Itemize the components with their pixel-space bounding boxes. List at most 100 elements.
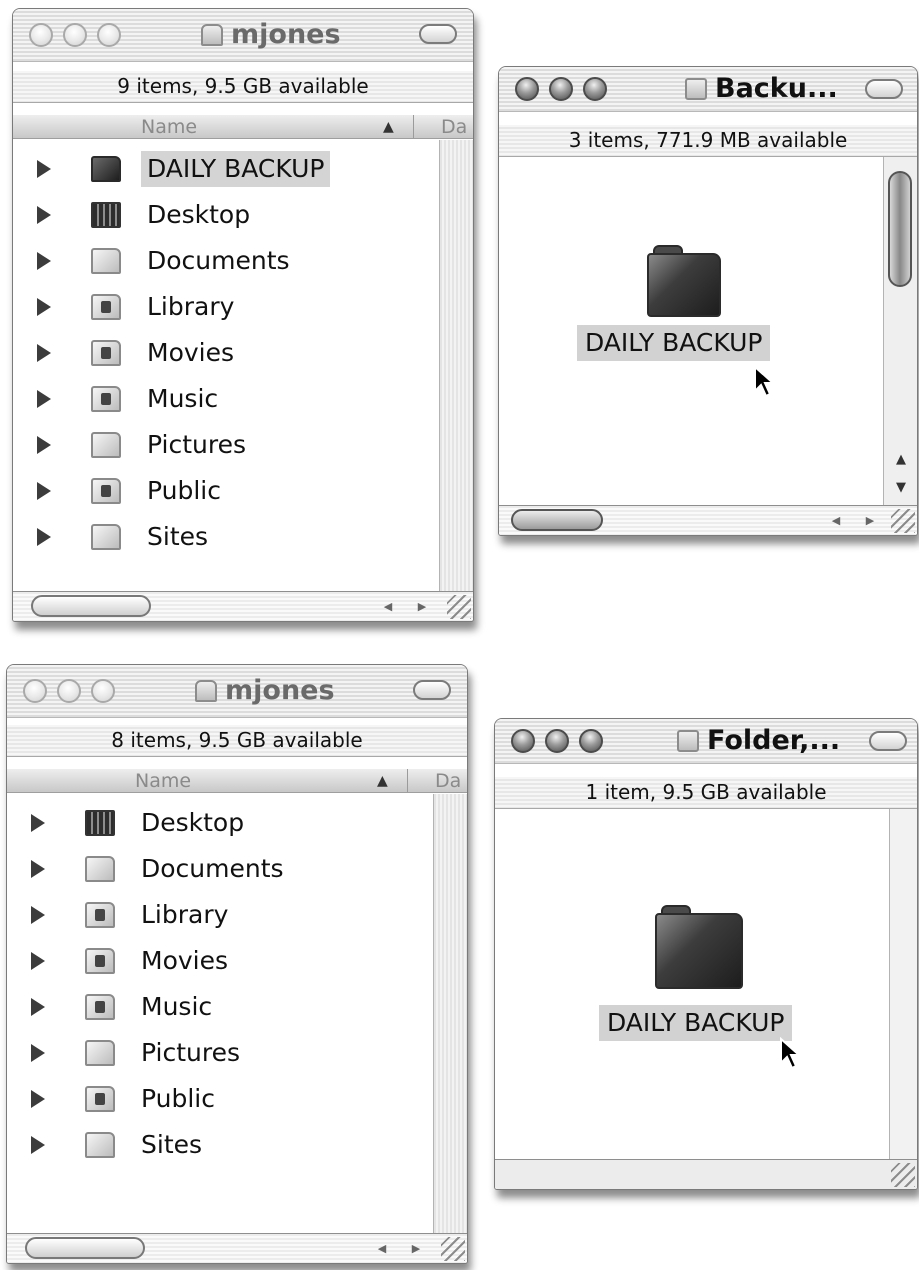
- vertical-scrollbar[interactable]: [433, 794, 467, 1233]
- list-item-label: Music: [141, 992, 213, 1021]
- disclosure-triangle-icon[interactable]: [37, 482, 51, 500]
- title-bar[interactable]: Backu...: [499, 67, 917, 112]
- close-button[interactable]: [511, 729, 535, 753]
- finder-window-backup[interactable]: Backu... 3 items, 771.9 MB available DAI…: [498, 66, 918, 536]
- disclosure-triangle-icon[interactable]: [37, 528, 51, 546]
- list-item[interactable]: Public: [13, 469, 473, 515]
- list-item[interactable]: Pictures: [7, 1031, 467, 1077]
- horizontal-scroll-thumb[interactable]: [25, 1237, 145, 1259]
- horizontal-scroll-thumb[interactable]: [31, 595, 151, 617]
- column-date-header[interactable]: Da: [435, 769, 461, 793]
- list-item[interactable]: Movies: [13, 331, 473, 377]
- scroll-down-arrow-icon[interactable]: ▼: [884, 475, 917, 501]
- list-item[interactable]: Library: [13, 285, 473, 331]
- list-item[interactable]: Music: [7, 985, 467, 1031]
- daily-backup-folder-icon[interactable]: [647, 245, 721, 317]
- list-item[interactable]: Sites: [7, 1123, 467, 1169]
- list-item-label: Sites: [141, 1130, 203, 1159]
- minimize-button[interactable]: [549, 77, 573, 101]
- daily-backup-folder-icon[interactable]: [655, 905, 743, 989]
- folder-label[interactable]: DAILY BACKUP: [577, 325, 771, 361]
- vertical-scrollbar[interactable]: [439, 140, 473, 591]
- column-header[interactable]: Name ▲ Da: [7, 769, 467, 793]
- disclosure-triangle-icon[interactable]: [37, 344, 51, 362]
- list-item[interactable]: Public: [7, 1077, 467, 1123]
- toolbar-toggle-button[interactable]: [869, 731, 907, 751]
- scroll-left-arrow-icon[interactable]: ◀: [832, 514, 840, 527]
- disclosure-triangle-icon[interactable]: [37, 160, 51, 178]
- close-button[interactable]: [29, 23, 53, 47]
- close-button[interactable]: [23, 679, 47, 703]
- disclosure-triangle-icon[interactable]: [37, 252, 51, 270]
- scroll-right-arrow-icon[interactable]: ▶: [418, 600, 426, 613]
- zoom-button[interactable]: [91, 679, 115, 703]
- disclosure-triangle-icon[interactable]: [37, 298, 51, 316]
- resize-grip-icon[interactable]: [891, 1163, 915, 1187]
- vertical-scrollbar[interactable]: ▲ ▼: [883, 157, 917, 505]
- disclosure-triangle-icon[interactable]: [37, 206, 51, 224]
- close-button[interactable]: [515, 77, 539, 101]
- scroll-up-arrow-icon[interactable]: ▲: [884, 447, 917, 473]
- toolbar-toggle-button[interactable]: [865, 79, 903, 99]
- zoom-button[interactable]: [583, 77, 607, 101]
- window-title-text: Folder,...: [707, 725, 841, 756]
- finder-window-folder[interactable]: Folder,... 1 item, 9.5 GB available DAIL…: [494, 718, 918, 1190]
- column-separator[interactable]: [413, 115, 414, 138]
- list-item[interactable]: DAILY BACKUP: [13, 147, 473, 193]
- scroll-right-arrow-icon[interactable]: ▶: [412, 1242, 420, 1255]
- vertical-scrollbar[interactable]: [889, 809, 917, 1159]
- disclosure-triangle-icon[interactable]: [37, 390, 51, 408]
- scroll-arrows[interactable]: ◀ ▶: [365, 1236, 433, 1260]
- list-item[interactable]: Documents: [7, 847, 467, 893]
- disclosure-triangle-icon[interactable]: [31, 906, 45, 924]
- disclosure-triangle-icon[interactable]: [31, 1044, 45, 1062]
- title-bar[interactable]: Folder,...: [495, 719, 917, 764]
- finder-window-home-top[interactable]: mjones 9 items, 9.5 GB available Name ▲ …: [12, 8, 474, 622]
- zoom-button[interactable]: [97, 23, 121, 47]
- vertical-scroll-thumb[interactable]: [888, 171, 912, 287]
- title-bar[interactable]: mjones: [13, 9, 473, 62]
- horizontal-scrollbar[interactable]: ◀ ▶: [499, 505, 917, 535]
- list-item[interactable]: Desktop: [7, 801, 467, 847]
- disclosure-triangle-icon[interactable]: [31, 952, 45, 970]
- disclosure-triangle-icon[interactable]: [31, 814, 45, 832]
- scroll-left-arrow-icon[interactable]: ◀: [384, 600, 392, 613]
- scroll-left-arrow-icon[interactable]: ◀: [378, 1242, 386, 1255]
- list-item[interactable]: Pictures: [13, 423, 473, 469]
- disclosure-triangle-icon[interactable]: [31, 998, 45, 1016]
- zoom-button[interactable]: [579, 729, 603, 753]
- list-item[interactable]: Library: [7, 893, 467, 939]
- list-item[interactable]: Sites: [13, 515, 473, 561]
- resize-grip-icon[interactable]: [441, 1237, 465, 1261]
- toolbar-toggle-button[interactable]: [419, 24, 457, 44]
- scroll-arrows[interactable]: ◀ ▶: [819, 508, 887, 532]
- column-name-header[interactable]: Name: [135, 769, 191, 793]
- minimize-button[interactable]: [545, 729, 569, 753]
- disclosure-triangle-icon[interactable]: [31, 1090, 45, 1108]
- horizontal-scrollbar[interactable]: ◀ ▶: [7, 1233, 467, 1263]
- list-item[interactable]: Documents: [13, 239, 473, 285]
- column-date-header[interactable]: Da: [441, 115, 467, 139]
- minimize-button[interactable]: [63, 23, 87, 47]
- column-separator[interactable]: [407, 769, 408, 792]
- folder-label[interactable]: DAILY BACKUP: [599, 1005, 793, 1041]
- disclosure-triangle-icon[interactable]: [37, 436, 51, 454]
- scroll-arrows[interactable]: ◀ ▶: [371, 594, 439, 618]
- list-item[interactable]: Desktop: [13, 193, 473, 239]
- finder-window-home-bottom[interactable]: mjones 8 items, 9.5 GB available Name ▲ …: [6, 664, 468, 1264]
- minimize-button[interactable]: [57, 679, 81, 703]
- list-item[interactable]: Music: [13, 377, 473, 423]
- horizontal-scrollbar[interactable]: ◀ ▶: [13, 591, 473, 621]
- title-bar[interactable]: mjones: [7, 665, 467, 718]
- resize-grip-icon[interactable]: [891, 509, 915, 533]
- column-name-header[interactable]: Name: [141, 115, 197, 139]
- horizontal-scrollbar[interactable]: [495, 1159, 917, 1189]
- horizontal-scroll-thumb[interactable]: [511, 509, 603, 531]
- toolbar-toggle-button[interactable]: [413, 680, 451, 700]
- column-header[interactable]: Name ▲ Da: [13, 115, 473, 139]
- disclosure-triangle-icon[interactable]: [31, 860, 45, 878]
- disclosure-triangle-icon[interactable]: [31, 1136, 45, 1154]
- list-item[interactable]: Movies: [7, 939, 467, 985]
- scroll-right-arrow-icon[interactable]: ▶: [866, 514, 874, 527]
- resize-grip-icon[interactable]: [447, 595, 471, 619]
